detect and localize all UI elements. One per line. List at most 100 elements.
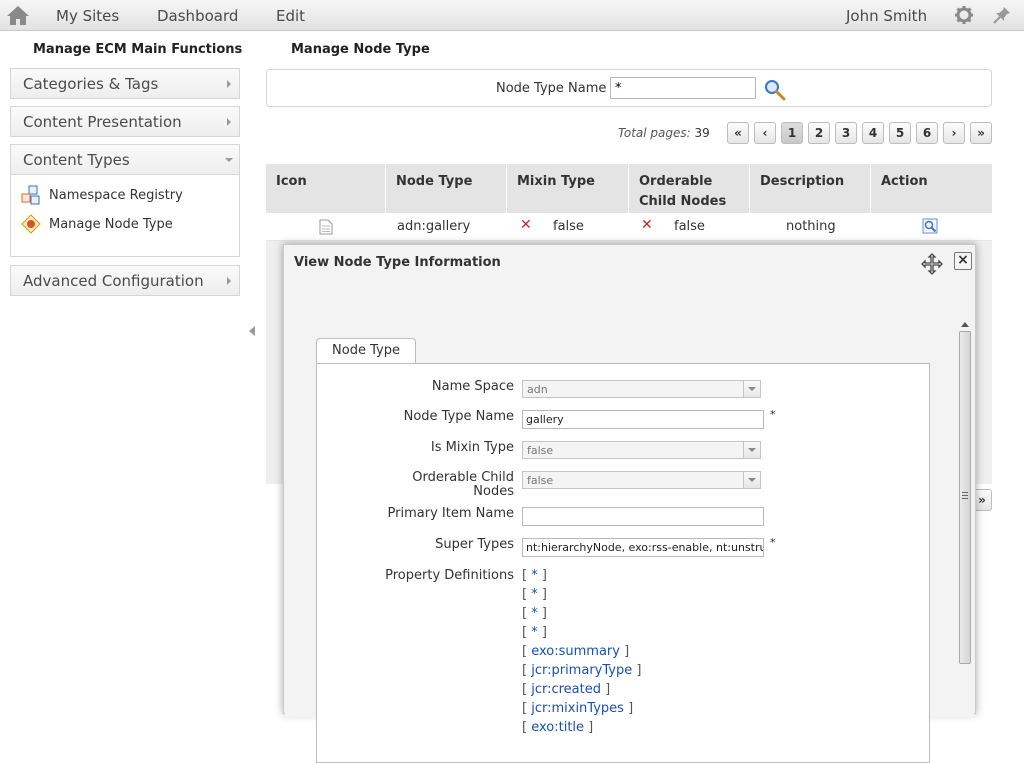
pager-next-button[interactable]: › xyxy=(943,122,965,144)
sidebar-item-label: Manage Node Type xyxy=(49,216,173,232)
sidebar-section-content-types[interactable]: Content Types xyxy=(10,144,240,175)
pin-icon[interactable] xyxy=(993,6,1011,24)
is-mixin-type-select[interactable]: false xyxy=(522,441,761,459)
pager-last-button[interactable]: » xyxy=(970,122,992,144)
label-super-types: Super Types xyxy=(435,537,514,552)
super-types-field[interactable]: nt:hierarchyNode, exo:rss-enable, nt:uns… xyxy=(522,538,764,557)
chevron-right-icon xyxy=(227,80,231,88)
node-type-search-input[interactable] xyxy=(610,77,756,99)
orderable-child-nodes-select[interactable]: false xyxy=(522,471,761,489)
property-definition-item: [ jcr:mixinTypes ] xyxy=(522,701,634,716)
property-definition-item: [ exo:summary ] xyxy=(522,644,630,659)
sidebar-section-advanced-configuration[interactable]: Advanced Configuration xyxy=(10,265,240,296)
cell-orderable: false xyxy=(674,219,705,234)
required-marker: * xyxy=(770,536,776,549)
table-row: adn:gallery ✕ false ✕ false nothing xyxy=(266,213,992,241)
pager-prev-button[interactable]: ‹ xyxy=(754,122,776,144)
sidebar-title: Manage ECM Main Functions xyxy=(33,42,243,57)
view-icon[interactable] xyxy=(922,218,939,235)
chevron-right-icon xyxy=(227,118,231,126)
property-definition-link[interactable]: exo:title xyxy=(531,720,584,735)
sidebar-section-label: Advanced Configuration xyxy=(23,272,204,290)
view-node-type-dialog: View Node Type Information × Node Type N… xyxy=(283,244,976,763)
column-header-mixin-type: Mixin Type xyxy=(507,164,629,213)
property-definition-item: [ exo:title ] xyxy=(522,720,594,735)
name-space-select[interactable]: adn xyxy=(522,380,761,398)
pager-first-button[interactable]: « xyxy=(727,122,749,144)
sidebar-section-label: Content Types xyxy=(23,151,130,169)
dialog-scrollbar[interactable] xyxy=(957,318,973,738)
grip-icon xyxy=(962,492,968,499)
chevron-down-icon xyxy=(743,472,760,488)
chevron-right-icon xyxy=(227,277,231,285)
page-title: Manage Node Type xyxy=(291,42,430,57)
is-mixin-type-value: false xyxy=(527,444,554,457)
false-cross-icon: ✕ xyxy=(641,217,653,233)
label-node-type-name: Node Type Name xyxy=(403,409,514,424)
pager-page-button[interactable]: 2 xyxy=(808,122,830,144)
scroll-up-icon[interactable] xyxy=(961,322,969,327)
property-definition-link[interactable]: jcr:mixinTypes xyxy=(531,701,624,716)
node-type-icon xyxy=(21,214,41,234)
pager-page-button[interactable]: 3 xyxy=(835,122,857,144)
column-header-action: Action xyxy=(881,174,928,189)
nav-edit[interactable]: Edit xyxy=(276,7,305,25)
property-definition-link[interactable]: * xyxy=(531,625,538,640)
user-menu[interactable]: John Smith xyxy=(846,7,927,25)
top-navigation-bar: My Sites Dashboard Edit John Smith xyxy=(0,0,1024,31)
pager-page-button[interactable]: 5 xyxy=(889,122,911,144)
pager-total: Total pages: 39 xyxy=(618,126,710,140)
property-definition-link[interactable]: exo:summary xyxy=(531,644,620,659)
name-space-value: adn xyxy=(527,383,548,396)
collapse-sidebar-icon[interactable] xyxy=(249,326,255,336)
property-definition-link[interactable]: * xyxy=(531,606,538,621)
node-type-name-field[interactable]: gallery xyxy=(522,410,764,429)
label-orderable-child-nodes-line1: Orderable Child xyxy=(412,470,514,485)
tab-node-type[interactable]: Node Type xyxy=(316,338,416,364)
pager-total-label: Total pages: xyxy=(618,126,691,140)
sidebar-item-namespace-registry[interactable]: Namespace Registry xyxy=(21,185,183,205)
dialog-title: View Node Type Information xyxy=(294,255,501,270)
primary-item-name-field[interactable] xyxy=(522,507,764,526)
property-definition-item: [ * ] xyxy=(522,625,547,640)
sidebar-section-label: Content Presentation xyxy=(23,113,182,131)
orderable-child-nodes-value: false xyxy=(527,474,554,487)
property-definition-link[interactable]: jcr:primaryType xyxy=(531,663,632,678)
nav-my-sites[interactable]: My Sites xyxy=(56,7,119,25)
property-definition-link[interactable]: * xyxy=(531,587,538,602)
property-definition-item: [ * ] xyxy=(522,606,547,621)
pager-page-button[interactable]: 1 xyxy=(781,122,803,144)
sidebar-section-label: Categories & Tags xyxy=(23,75,159,93)
sidebar-item-label: Namespace Registry xyxy=(49,187,183,203)
search-label: Node Type Name xyxy=(496,81,607,96)
nav-dashboard[interactable]: Dashboard xyxy=(157,7,238,25)
property-definition-item: [ * ] xyxy=(522,587,547,602)
label-primary-item-name: Primary Item Name xyxy=(387,506,514,521)
pager-page-button[interactable]: 4 xyxy=(862,122,884,144)
label-is-mixin-type: Is Mixin Type xyxy=(430,440,514,455)
sidebar-section-content-presentation[interactable]: Content Presentation xyxy=(10,106,240,137)
home-icon[interactable] xyxy=(6,5,30,26)
chevron-down-icon xyxy=(225,158,233,162)
column-header-orderable-child-nodes: Orderable Child Nodes xyxy=(629,164,750,213)
form-labels: Name Space Node Type Name Is Mixin Type … xyxy=(317,364,514,744)
search-icon[interactable] xyxy=(764,79,786,101)
table-header: Icon Node Type Mixin Type Orderable Chil… xyxy=(266,164,992,213)
sidebar-item-manage-node-type[interactable]: Manage Node Type xyxy=(21,214,173,234)
content-types-panel: Namespace Registry Manage Node Type xyxy=(10,175,240,257)
close-button[interactable]: × xyxy=(954,252,972,270)
column-header-description: Description xyxy=(750,164,871,213)
chevron-down-icon xyxy=(743,442,760,458)
property-definition-link[interactable]: jcr:created xyxy=(531,682,601,697)
property-definition-item: [ jcr:primaryType ] xyxy=(522,663,642,678)
required-marker: * xyxy=(770,408,776,421)
cell-mixin-type: false xyxy=(553,219,584,234)
scroll-thumb[interactable] xyxy=(959,331,971,664)
move-icon[interactable] xyxy=(921,253,943,275)
property-definition-link[interactable]: * xyxy=(531,568,538,583)
cell-description: nothing xyxy=(786,219,836,234)
property-definition-item: [ * ] xyxy=(522,568,547,583)
sidebar-section-categories-tags[interactable]: Categories & Tags xyxy=(10,68,240,99)
gear-icon[interactable] xyxy=(955,6,973,24)
pager-page-button[interactable]: 6 xyxy=(916,122,938,144)
